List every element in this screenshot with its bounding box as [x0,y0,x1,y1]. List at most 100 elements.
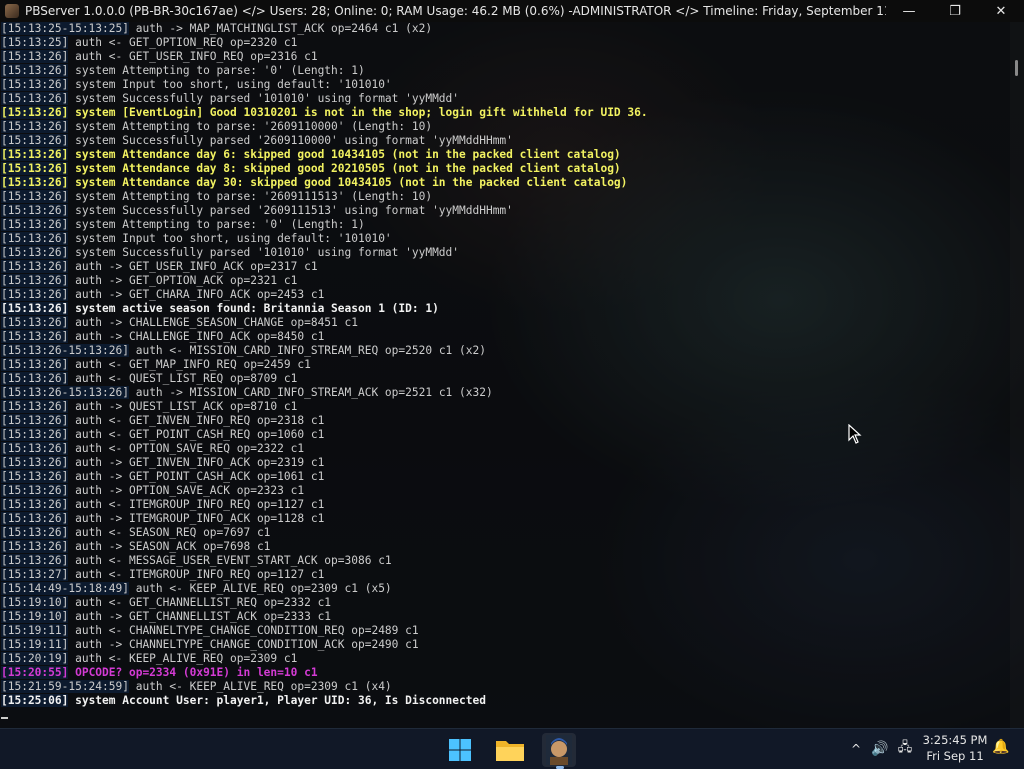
console-scrollbar[interactable] [1010,22,1024,728]
log-timestamp: [15:13:26] [1,78,69,91]
console-line: [15:13:26] auth <- GET_USER_INFO_REQ op=… [0,50,1010,64]
file-explorer-button[interactable] [493,733,527,767]
scrollbar-thumb[interactable] [1015,60,1018,76]
clock-date: Fri Sep 11 [926,749,984,763]
console-line: [15:19:11] auth -> CHANNELTYPE_CHANGE_CO… [0,638,1010,652]
log-message: auth -> ITEMGROUP_INFO_ACK op=1128 c1 [68,512,325,525]
log-message: auth -> CHALLENGE_SEASON_CHANGE op=8451 … [68,316,358,329]
pbserver-app-icon [546,735,572,765]
log-message: system Attempting to parse: '2609111513'… [68,190,433,203]
log-message: auth <- ITEMGROUP_INFO_REQ op=1127 c1 [68,498,325,511]
console-line: [15:13:26] auth -> ITEMGROUP_INFO_ACK op… [0,512,1010,526]
console-line: [15:13:26] auth <- SEASON_REQ op=7697 c1 [0,526,1010,540]
log-timestamp: [15:13:26] [1,442,69,455]
log-timestamp: [15:13:26] [1,484,69,497]
window-titlebar[interactable]: PBServer 1.0.0.0 (PB-BR-30c167ae) </> Us… [0,0,1024,22]
log-message: system Attempting to parse: '0' (Length:… [68,64,365,77]
log-message: system Input too short, using default: '… [68,232,392,245]
log-message: system Successfully parsed '101010' usin… [68,246,460,259]
console-line: [15:13:26] auth <- MESSAGE_USER_EVENT_ST… [0,554,1010,568]
log-timestamp: [15:13:26] [1,428,69,441]
log-timestamp: [15:19:10] [1,596,69,609]
console-line: [15:13:26] system Successfully parsed '1… [0,246,1010,260]
log-message: auth <- KEEP_ALIVE_REQ op=2309 c1 [68,652,298,665]
log-message: auth <- KEEP_ALIVE_REQ op=2309 c1 (x4) [128,680,392,693]
notification-bell-icon[interactable]: 🔔 [992,739,1010,759]
log-message: auth <- MESSAGE_USER_EVENT_START_ACK op=… [68,554,392,567]
log-message: system Attempting to parse: '2609110000'… [68,120,433,133]
console-line: [15:13:26-15:13:26] auth <- MISSION_CARD… [0,344,1010,358]
console-line: [15:13:26] auth -> QUEST_LIST_ACK op=871… [0,400,1010,414]
log-message: auth <- GET_USER_INFO_REQ op=2316 c1 [68,50,318,63]
log-message: system Successfully parsed '2609110000' … [68,134,513,147]
console-line: [15:13:26] system Attempting to parse: '… [0,190,1010,204]
log-message: auth -> GET_OPTION_ACK op=2321 c1 [68,274,298,287]
log-message: system Successfully parsed '2609111513' … [68,204,513,217]
pbserver-taskbar-button[interactable] [542,733,576,767]
console-line: [15:13:26] auth -> CHALLENGE_SEASON_CHAN… [0,316,1010,330]
console-line: [15:13:26] auth -> GET_INVEN_INFO_ACK op… [0,456,1010,470]
log-message: auth -> QUEST_LIST_ACK op=8710 c1 [68,400,298,413]
log-message: system Input too short, using default: '… [68,78,392,91]
console-line: [15:20:19] auth <- KEEP_ALIVE_REQ op=230… [0,652,1010,666]
log-timestamp: [15:13:26] [1,106,69,119]
log-timestamp: [15:25:06] [1,694,69,707]
console-line: [15:13:26] system Attendance day 30: ski… [0,176,1010,190]
show-hidden-icons-button[interactable]: ^ [848,729,864,769]
log-timestamp: [15:14:49-15:18:49] [1,582,129,595]
console-line: [15:13:26] auth -> GET_OPTION_ACK op=232… [0,274,1010,288]
log-timestamp: [15:19:11] [1,638,69,651]
log-message: auth -> GET_INVEN_INFO_ACK op=2319 c1 [68,456,325,469]
log-timestamp: [15:13:27] [1,568,69,581]
log-timestamp: [15:13:26-15:13:26] [1,386,129,399]
console-line: [15:19:10] auth <- GET_CHANNELLIST_REQ o… [0,596,1010,610]
log-timestamp: [15:13:26] [1,64,69,77]
volume-icon[interactable]: 🔊 [870,729,890,769]
system-clock[interactable]: 3:25:45 PM Fri Sep 11 [920,732,990,764]
log-message: OPCODE? op=2334 (0x91E) in len=10 c1 [68,666,318,679]
log-message: auth -> GET_USER_INFO_ACK op=2317 c1 [68,260,318,273]
console-line: [15:13:26] auth <- GET_MAP_INFO_REQ op=2… [0,358,1010,372]
log-timestamp: [15:13:26-15:13:26] [1,344,129,357]
start-button[interactable] [443,733,477,767]
text-caret [1,717,8,719]
console-line: [15:25:06] system Account User: player1,… [0,694,1010,708]
console-line: [15:13:26] system Attempting to parse: '… [0,218,1010,232]
log-timestamp: [15:13:25-15:13:25] [1,22,129,35]
maximize-button[interactable]: ❐ [932,0,978,22]
console-line: [15:13:25-15:13:25] auth -> MAP_MATCHING… [0,22,1010,36]
log-timestamp: [15:20:55] [1,666,69,679]
console-line: [15:13:26] auth -> CHALLENGE_INFO_ACK op… [0,330,1010,344]
log-timestamp: [15:13:26] [1,190,69,203]
log-message: auth -> CHANNELTYPE_CHANGE_CONDITION_ACK… [68,638,419,651]
log-timestamp: [15:13:26] [1,92,69,105]
console-output[interactable]: [15:13:25-15:13:25] auth -> MAP_MATCHING… [0,22,1010,728]
log-message: auth -> SEASON_ACK op=7698 c1 [68,540,271,553]
log-timestamp: [15:13:26] [1,330,69,343]
log-message: auth <- OPTION_SAVE_REQ op=2322 c1 [68,442,305,455]
log-message: system Attempting to parse: '0' (Length:… [68,218,365,231]
log-timestamp: [15:13:26] [1,134,69,147]
console-line: [15:13:26] system Successfully parsed '2… [0,134,1010,148]
network-icon[interactable]: 🖧 [895,729,915,769]
folder-icon [496,741,524,761]
console-input-line[interactable] [0,708,1010,722]
log-message: system Successfully parsed '101010' usin… [68,92,460,105]
log-message: auth <- GET_MAP_INFO_REQ op=2459 c1 [68,358,311,371]
console-line: [15:13:26] auth -> OPTION_SAVE_ACK op=23… [0,484,1010,498]
minimize-button[interactable]: — [886,0,932,22]
log-timestamp: [15:13:26] [1,372,69,385]
log-message: auth <- GET_OPTION_REQ op=2320 c1 [68,36,298,49]
log-message: auth <- SEASON_REQ op=7697 c1 [68,526,271,539]
console-line: [15:13:26] system Attendance day 6: skip… [0,148,1010,162]
console-line: [15:13:26] auth -> SEASON_ACK op=7698 c1 [0,540,1010,554]
log-timestamp: [15:13:26] [1,148,69,161]
log-message: system Attendance day 8: skipped good 20… [68,162,621,175]
close-button[interactable]: ✕ [978,0,1024,22]
console-line: [15:13:26] system Attempting to parse: '… [0,120,1010,134]
console-line: [15:13:26] system [EventLogin] Good 1031… [0,106,1010,120]
console-line: [15:19:10] auth -> GET_CHANNELLIST_ACK o… [0,610,1010,624]
log-timestamp: [15:13:26] [1,456,69,469]
mouse-pointer-icon [848,424,862,444]
log-message: auth <- ITEMGROUP_INFO_REQ op=1127 c1 [68,568,325,581]
